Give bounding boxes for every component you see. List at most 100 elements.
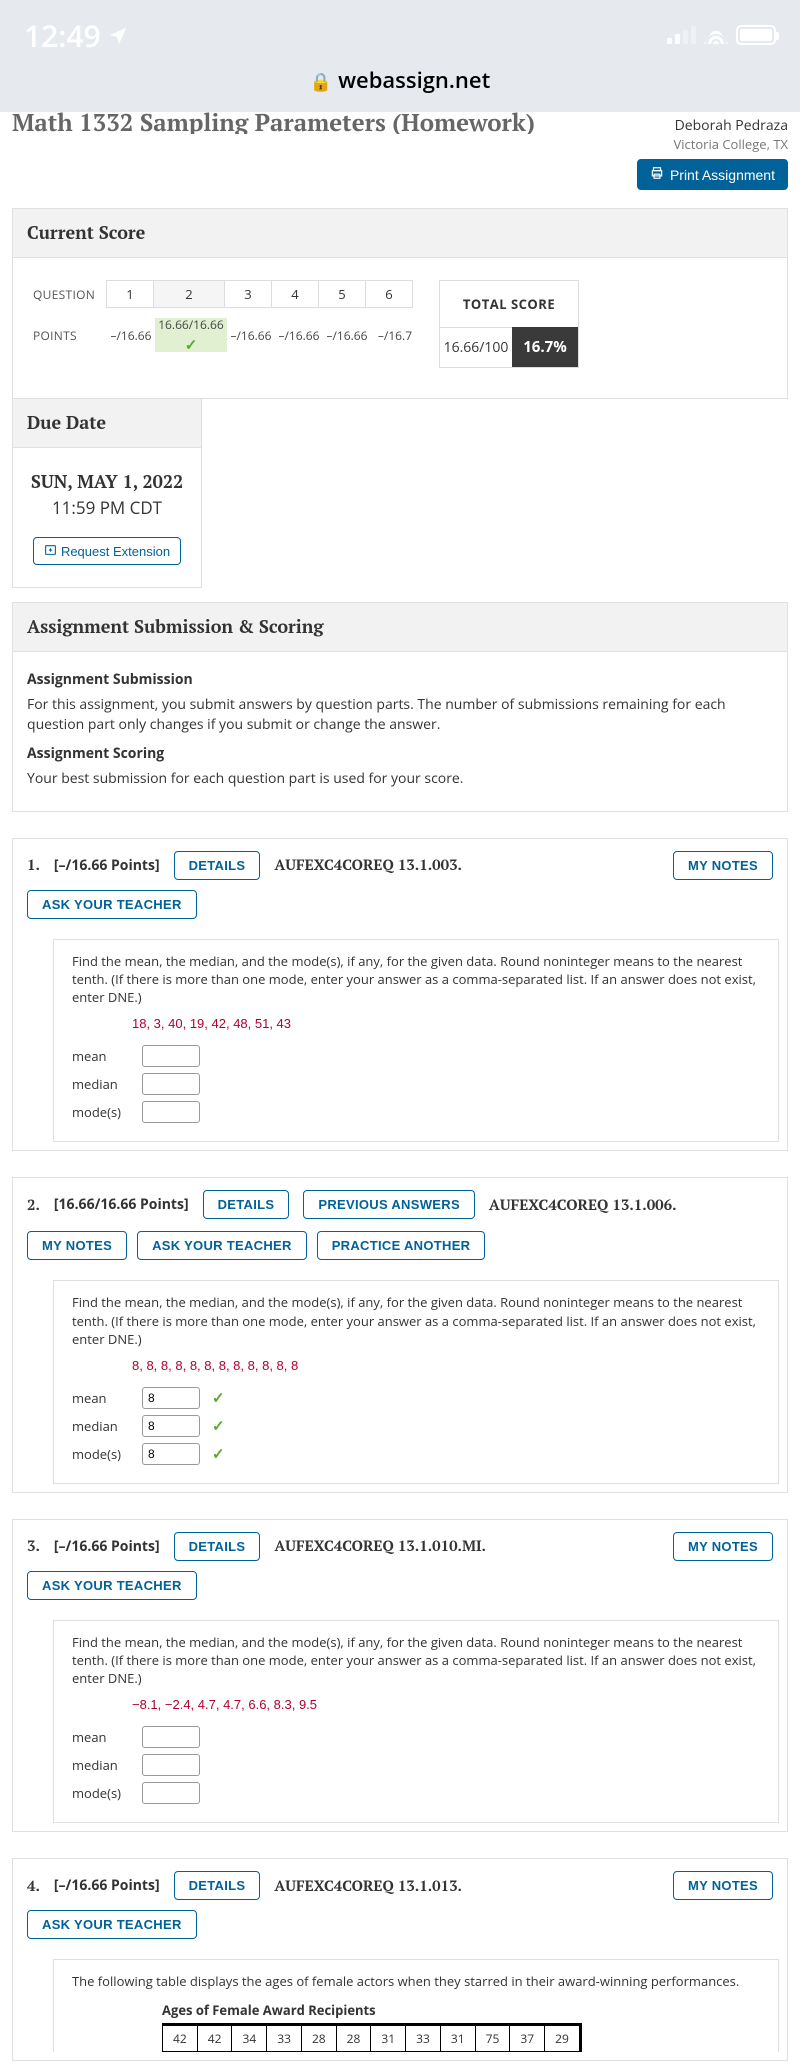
mean-input[interactable] bbox=[142, 1387, 200, 1409]
battery-icon bbox=[736, 25, 776, 45]
question-points: [–/16.66 Points] bbox=[54, 1876, 160, 1895]
question-2: 2. [16.66/16.66 Points] DETAILS PREVIOUS… bbox=[12, 1177, 788, 1493]
median-input[interactable] bbox=[142, 1754, 200, 1776]
median-input[interactable] bbox=[142, 1073, 200, 1095]
question-number: 2. bbox=[27, 1195, 40, 1215]
mean-input[interactable] bbox=[142, 1045, 200, 1067]
age-cell: 33 bbox=[406, 2024, 441, 2051]
due-date-header: Due Date bbox=[13, 399, 201, 448]
question-cell[interactable]: 1 bbox=[106, 280, 154, 308]
age-cell: 31 bbox=[371, 2024, 406, 2051]
question-label: QUESTION bbox=[33, 286, 107, 303]
median-label: median bbox=[72, 1756, 130, 1774]
question-data: −8.1, −2.4, 4.7, 4.7, 6.6, 8.3, 9.5 bbox=[132, 1697, 760, 1712]
points-cell: –/16.66 bbox=[275, 318, 323, 352]
age-cell: 42 bbox=[163, 2024, 198, 2051]
details-button[interactable]: DETAILS bbox=[174, 851, 261, 880]
current-score-panel: Current Score QUESTION 1 2 3 4 5 6 POINT… bbox=[12, 208, 788, 399]
cell-signal-icon bbox=[667, 26, 696, 44]
age-cell: 37 bbox=[510, 2024, 545, 2051]
question-points: [–/16.66 Points] bbox=[54, 1537, 160, 1556]
points-cell: –/16.66 bbox=[107, 318, 155, 352]
calendar-plus-icon bbox=[44, 543, 57, 559]
modes-label: mode(s) bbox=[72, 1784, 130, 1802]
age-cell: 28 bbox=[336, 2024, 371, 2051]
modes-input[interactable] bbox=[142, 1101, 200, 1123]
my-notes-button[interactable]: MY NOTES bbox=[673, 851, 773, 880]
check-icon bbox=[185, 335, 198, 355]
status-time: 12:49 bbox=[24, 15, 129, 56]
check-icon bbox=[212, 1388, 225, 1408]
question-data: 8, 8, 8, 8, 8, 8, 8, 8, 8, 8, 8, 8 bbox=[132, 1358, 760, 1373]
ask-teacher-button[interactable]: ASK YOUR TEACHER bbox=[137, 1231, 307, 1260]
my-notes-button[interactable]: MY NOTES bbox=[673, 1871, 773, 1900]
wifi-icon bbox=[704, 26, 728, 44]
points-cell: 16.66/16.66 bbox=[155, 318, 227, 352]
scoring-subtitle: Assignment Scoring bbox=[27, 744, 773, 763]
my-notes-button[interactable]: MY NOTES bbox=[27, 1231, 127, 1260]
details-button[interactable]: DETAILS bbox=[174, 1532, 261, 1561]
ask-teacher-button[interactable]: ASK YOUR TEACHER bbox=[27, 1910, 197, 1939]
age-cell: 31 bbox=[440, 2024, 475, 2051]
total-fraction: 16.66/100 bbox=[440, 327, 512, 367]
submission-panel: Assignment Submission & Scoring Assignme… bbox=[12, 602, 788, 812]
question-data: 18, 3, 40, 19, 42, 48, 51, 43 bbox=[132, 1016, 760, 1031]
points-cell: –/16.7 bbox=[371, 318, 419, 352]
question-instructions: Find the mean, the median, and the mode(… bbox=[72, 1633, 760, 1688]
age-cell: 34 bbox=[232, 2024, 267, 2051]
total-score-box: TOTAL SCORE 16.66/100 16.7% bbox=[439, 280, 579, 368]
due-date-panel: Due Date SUN, MAY 1, 2022 11:59 PM CDT R… bbox=[12, 399, 202, 588]
question-code: AUFEXC4COREQ 13.1.010.MI. bbox=[274, 1536, 486, 1556]
age-cell: 29 bbox=[545, 2024, 581, 2051]
printer-icon bbox=[650, 166, 664, 183]
user-info: Deborah Pedraza Victoria College, TX Pri… bbox=[637, 116, 788, 190]
points-label: POINTS bbox=[33, 327, 107, 344]
current-score-header: Current Score bbox=[13, 209, 787, 258]
scoring-text: Your best submission for each question p… bbox=[27, 769, 773, 789]
question-number: 1. bbox=[27, 855, 40, 875]
question-number: 4. bbox=[27, 1876, 40, 1896]
details-button[interactable]: DETAILS bbox=[174, 1871, 261, 1900]
points-cell: –/16.66 bbox=[323, 318, 371, 352]
question-4: 4. [–/16.66 Points] DETAILS AUFEXC4COREQ… bbox=[12, 1858, 788, 2060]
age-cell: 28 bbox=[301, 2024, 336, 2051]
print-assignment-button[interactable]: Print Assignment bbox=[637, 159, 788, 190]
question-cell[interactable]: 3 bbox=[224, 280, 272, 308]
location-icon bbox=[107, 15, 129, 56]
submission-header: Assignment Submission & Scoring bbox=[13, 603, 787, 652]
my-notes-button[interactable]: MY NOTES bbox=[673, 1532, 773, 1561]
total-percent: 16.7% bbox=[512, 327, 578, 367]
mean-label: mean bbox=[72, 1047, 130, 1065]
question-cell[interactable]: 5 bbox=[318, 280, 366, 308]
age-cell: 42 bbox=[197, 2024, 232, 2051]
question-code: AUFEXC4COREQ 13.1.013. bbox=[274, 1876, 462, 1896]
mean-input[interactable] bbox=[142, 1726, 200, 1748]
due-date: SUN, MAY 1, 2022 bbox=[23, 470, 191, 494]
practice-another-button[interactable]: PRACTICE ANOTHER bbox=[317, 1231, 486, 1260]
mean-label: mean bbox=[72, 1728, 130, 1746]
modes-input[interactable] bbox=[142, 1443, 200, 1465]
question-instructions: The following table displays the ages of… bbox=[72, 1972, 760, 1990]
question-code: AUFEXC4COREQ 13.1.006. bbox=[489, 1195, 677, 1215]
page-title: Math 1332 Sampling Parameters (Homework) bbox=[12, 110, 535, 134]
details-button[interactable]: DETAILS bbox=[203, 1190, 290, 1219]
question-3: 3. [–/16.66 Points] DETAILS AUFEXC4COREQ… bbox=[12, 1519, 788, 1833]
question-cell[interactable]: 2 bbox=[153, 280, 225, 308]
previous-answers-button[interactable]: PREVIOUS ANSWERS bbox=[303, 1190, 475, 1219]
points-cell: –/16.66 bbox=[227, 318, 275, 352]
ask-teacher-button[interactable]: ASK YOUR TEACHER bbox=[27, 890, 197, 919]
modes-label: mode(s) bbox=[72, 1445, 130, 1463]
modes-input[interactable] bbox=[142, 1782, 200, 1804]
request-extension-button[interactable]: Request Extension bbox=[33, 537, 181, 565]
median-label: median bbox=[72, 1417, 130, 1435]
question-cell[interactable]: 4 bbox=[271, 280, 319, 308]
median-input[interactable] bbox=[142, 1415, 200, 1437]
age-cell: 75 bbox=[475, 2024, 510, 2051]
question-points: [16.66/16.66 Points] bbox=[54, 1195, 189, 1214]
question-cell[interactable]: 6 bbox=[365, 280, 413, 308]
ask-teacher-button[interactable]: ASK YOUR TEACHER bbox=[27, 1571, 197, 1600]
question-1: 1. [–/16.66 Points] DETAILS AUFEXC4COREQ… bbox=[12, 838, 788, 1152]
check-icon bbox=[212, 1444, 225, 1464]
due-time: 11:59 PM CDT bbox=[23, 496, 191, 519]
submission-subtitle: Assignment Submission bbox=[27, 670, 773, 689]
